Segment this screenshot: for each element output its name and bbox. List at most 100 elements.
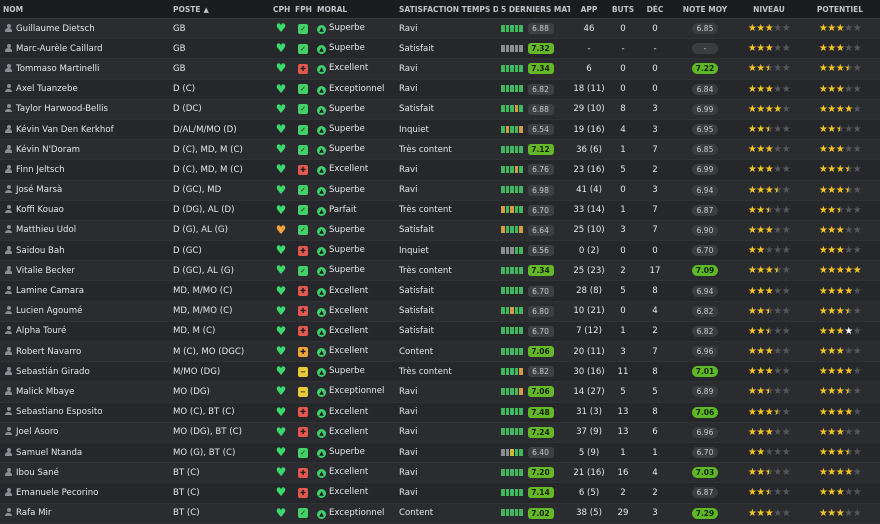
player-position: D (C), MD, M (C) [170,139,270,161]
player-name-cell[interactable]: Sebastiano Esposito [0,402,170,423]
table-row[interactable]: Lucien Agoumé MD, M/MO (C) ♥ ✚ ▲ Excellent Sat… [0,301,880,322]
player-name-cell[interactable]: Emanuele Pecorino [0,482,170,504]
player-name-cell[interactable]: Finn Jeltsch [0,159,170,181]
table-row[interactable]: Alpha Touré MD, M (C) ♥ ✚ ▲ Excellent Satisfai… [0,321,880,343]
table-row[interactable]: Samuel Ntanda MO (G), BT (C) ♥ ✓ ▲ Superbe Rav… [0,442,880,464]
table-row[interactable]: Matthieu Udol D (G), AL (G) ♥ ✓ ▲ Superbe Sati… [0,220,880,242]
player-name[interactable]: Robert Navarro [16,347,81,357]
player-name[interactable]: Joel Asoro [16,427,58,437]
table-row[interactable]: Malick Mbaye MO (DG) ♥ − ▲ Exceptionnel Ravi 7.… [0,381,880,403]
col-header-forme[interactable]: 5 DERNIERS MAT... [498,0,570,19]
table-row[interactable]: Ibou Sané BT (C) ♥ ✚ ▲ Excellent Ravi 7.20 21 (1… [0,462,880,484]
player-name[interactable]: Malick Mbaye [16,387,74,397]
player-name-cell[interactable]: Ibou Sané [0,462,170,484]
col-header-cph[interactable]: CPH [270,0,292,19]
player-name-cell[interactable]: Taylor Harwood-Bellis [0,99,170,120]
player-name[interactable]: Vitalie Becker [16,266,75,276]
table-row[interactable]: Kévin N'Doram D (C), MD, M (C) ♥ ✓ ▲ Superbe T… [0,139,880,161]
player-name-cell[interactable]: Tommaso Martinelli [0,58,170,80]
player-name-cell[interactable]: Robert Navarro [0,341,170,363]
player-name-cell[interactable]: Joel Asoro [0,422,170,443]
player-name[interactable]: Guillaume Dietsch [16,24,95,34]
player-name[interactable]: Lamine Camara [16,286,84,296]
player-name-cell[interactable]: Samuel Ntanda [0,442,170,464]
player-name[interactable]: Sebastián Girado [16,367,90,377]
player-name-cell[interactable]: Lamine Camara [0,280,170,302]
col-header-app[interactable]: APP [570,0,608,19]
player-name-cell[interactable]: Axel Tuanzebe [0,79,170,100]
player-name[interactable]: José Marsà [16,185,62,195]
star-half-icon: ★ [844,63,853,75]
table-row[interactable]: Rafa Mir BT (C) ♥ ✓ ▲ Exceptionnel Content 7.02… [0,503,880,524]
table-row[interactable]: Taylor Harwood-Bellis D (DC) ♥ ✓ ▲ Superbe Sat… [0,99,880,120]
table-row[interactable]: Robert Navarro M (C), MO (DGC) ♥ ✚ ▲ Excellen… [0,341,880,363]
col-header-moral[interactable]: MORAL [314,0,396,19]
player-name[interactable]: Axel Tuanzebe [16,84,78,94]
player-name[interactable]: Kévin N'Doram [16,145,80,155]
table-row[interactable]: Sebastiano Esposito MO (C), BT (C) ♥ ✚ ▲ Exce… [0,402,880,423]
table-row[interactable]: Saidou Bah D (GC) ♥ ✚ ▲ Superbe Inquiet 6.56 0 (… [0,240,880,262]
player-name[interactable]: Tommaso Martinelli [16,64,99,74]
form-bar [510,105,514,113]
player-name[interactable]: Samuel Ntanda [16,448,82,458]
player-name[interactable]: Matthieu Udol [16,225,76,235]
player-name[interactable]: Marc-Aurèle Caillard [16,44,103,54]
col-header-nom[interactable]: NOM [0,0,170,19]
player-name[interactable]: Kévin Van Den Kerkhof [16,125,114,135]
player-name[interactable]: Koffi Kouao [16,205,64,215]
table-row[interactable]: Sebastián Girado M/MO (DG) ♥ − ▲ Superbe Très … [0,361,880,383]
fitness-icon: ✓ [298,124,308,135]
table-row[interactable]: Joel Asoro MO (DG), BT (C) ♥ ✚ ▲ Excellent Rav… [0,422,880,443]
player-name-cell[interactable]: Saidou Bah [0,240,170,262]
table-row[interactable]: Finn Jeltsch D (C), MD, M (C) ♥ ✚ ▲ Excellent… [0,159,880,181]
player-name-cell[interactable]: Vitalie Becker [0,260,170,282]
col-header-dec[interactable]: DÉC [638,0,672,19]
player-name-cell[interactable]: Guillaume Dietsch [0,18,170,40]
form-bar [519,367,523,375]
star-full-icon: ★ [764,406,774,418]
player-name-cell[interactable]: Rafa Mir [0,503,170,524]
player-name[interactable]: Sebastiano Esposito [16,407,103,417]
table-row[interactable]: Lamine Camara MD, M/MO (C) ♥ ✚ ▲ Excellent Sat… [0,280,880,302]
player-name[interactable]: Emanuele Pecorino [16,488,98,498]
player-name[interactable]: Taylor Harwood-Bellis [16,104,108,114]
table-row[interactable]: Emanuele Pecorino BT (C) ♥ ✚ ▲ Excellent Ravi 7… [0,482,880,504]
form-bar [514,64,518,72]
col-header-satisfaction[interactable]: SATISFACTION TEMPS DE JEU [396,0,498,19]
player-name[interactable]: Alpha Touré [16,326,66,336]
star-full-icon: ★ [827,245,836,257]
star-half-icon: ★ [835,204,845,216]
player-name-cell[interactable]: Sebastián Girado [0,361,170,383]
player-name[interactable]: Rafa Mir [16,508,51,518]
table-row[interactable]: Guillaume Dietsch GB ♥ ✓ ▲ Superbe Ravi 6.88 46 0… [0,18,880,40]
table-row[interactable]: José Marsà D (GC), MD ♥ ✓ ▲ Superbe Ravi 6.98 41… [0,180,880,201]
col-header-buts[interactable]: BUTS [608,0,638,19]
player-name-cell[interactable]: Alpha Touré [0,321,170,343]
heart-icon: ♥ [275,182,287,197]
player-name[interactable]: Saidou Bah [16,246,65,256]
player-name-cell[interactable]: Kévin N'Doram [0,139,170,161]
col-header-poste[interactable]: POSTE ▲ [170,0,270,19]
player-name-cell[interactable]: Koffi Kouao [0,200,170,221]
col-header-niveau[interactable]: NIVEAU [738,0,800,19]
player-name[interactable]: Lucien Agoumé [16,306,82,316]
col-header-potentiel[interactable]: POTENTIEL [800,0,880,19]
player-name-cell[interactable]: José Marsà [0,180,170,201]
table-row[interactable]: Koffi Kouao D (DG), AL (D) ♥ ✓ ▲ Parfait Très … [0,200,880,221]
player-name-cell[interactable]: Lucien Agoumé [0,301,170,322]
table-row[interactable]: Vitalie Becker D (GC), AL (G) ♥ ✓ ▲ Superbe Tr… [0,260,880,282]
form-bar [505,105,509,113]
col-header-note-moy[interactable]: NOTE MOY [672,0,738,19]
avg-rating-cell: 6.70 [672,240,738,262]
player-name-cell[interactable]: Malick Mbaye [0,381,170,403]
table-row[interactable]: Axel Tuanzebe D (C) ♥ ✓ ▲ Exceptionnel Ravi 6.8… [0,79,880,100]
table-row[interactable]: Tommaso Martinelli GB ♥ ✚ ▲ Excellent Ravi 7.34… [0,58,880,80]
player-name-cell[interactable]: Kévin Van Den Kerkhof [0,119,170,141]
table-row[interactable]: Marc-Aurèle Caillard GB ♥ ✓ ▲ Superbe Satisfai… [0,38,880,60]
player-name-cell[interactable]: Marc-Aurèle Caillard [0,38,170,60]
player-name-cell[interactable]: Matthieu Udol [0,220,170,242]
player-name[interactable]: Ibou Sané [16,468,59,478]
player-name[interactable]: Finn Jeltsch [16,165,65,175]
table-row[interactable]: Kévin Van Den Kerkhof D/AL/M/MO (D) ♥ ✓ ▲ Sup… [0,119,880,141]
col-header-fph[interactable]: FPH [292,0,314,19]
